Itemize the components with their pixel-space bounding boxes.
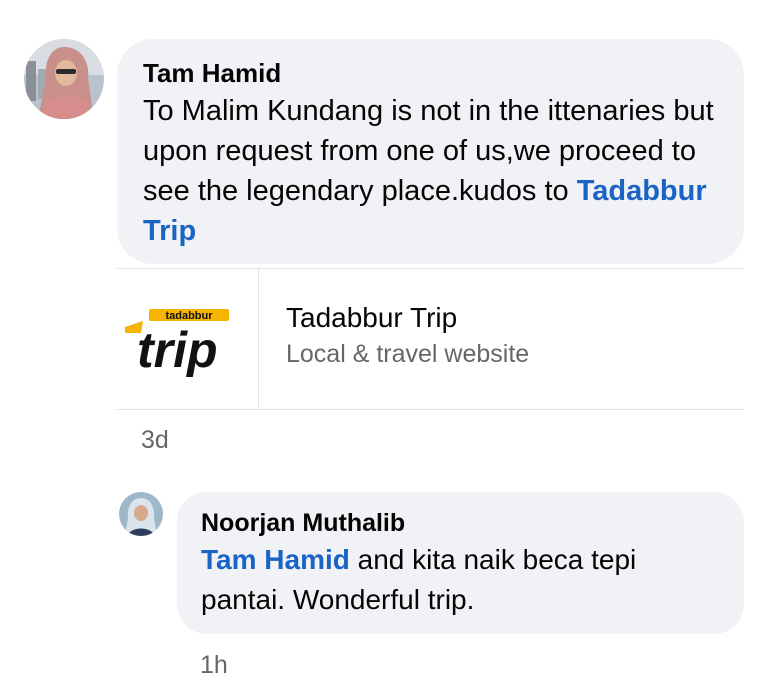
comment-timestamp[interactable]: 3d: [141, 426, 169, 455]
comment-author[interactable]: Noorjan Muthalib: [201, 508, 722, 538]
comment-author[interactable]: Tam Hamid: [143, 57, 720, 89]
tadabbur-trip-logo-icon: tadabbur trip: [125, 309, 229, 377]
avatar-tam-hamid[interactable]: [24, 39, 104, 119]
avatar-noorjan-muthalib[interactable]: [119, 492, 163, 536]
logo-small-text: tadabbur: [165, 310, 213, 322]
link-title[interactable]: Tadabbur Trip: [286, 301, 457, 335]
reply-timestamp[interactable]: 1h: [200, 651, 228, 680]
comment-text: To Malim Kundang is not in the ittenarie…: [143, 91, 720, 251]
reply-bubble: Noorjan Muthalib Tam Hamid and kita naik…: [177, 492, 744, 634]
avatar-photo-icon: [24, 39, 104, 119]
avatar-photo-icon: [119, 492, 163, 536]
link-subtitle: Local & travel website: [286, 340, 530, 368]
mention-link[interactable]: Tam Hamid: [201, 544, 350, 575]
link-thumbnail: tadabbur trip: [117, 269, 259, 409]
comment-bubble: Tam Hamid To Malim Kundang is not in the…: [117, 39, 744, 264]
comment-text: Tam Hamid and kita naik beca tepi pantai…: [201, 540, 722, 620]
link-preview-card[interactable]: tadabbur trip Tadabbur Trip Local & trav…: [117, 268, 744, 410]
logo-big-text: trip: [137, 322, 218, 377]
